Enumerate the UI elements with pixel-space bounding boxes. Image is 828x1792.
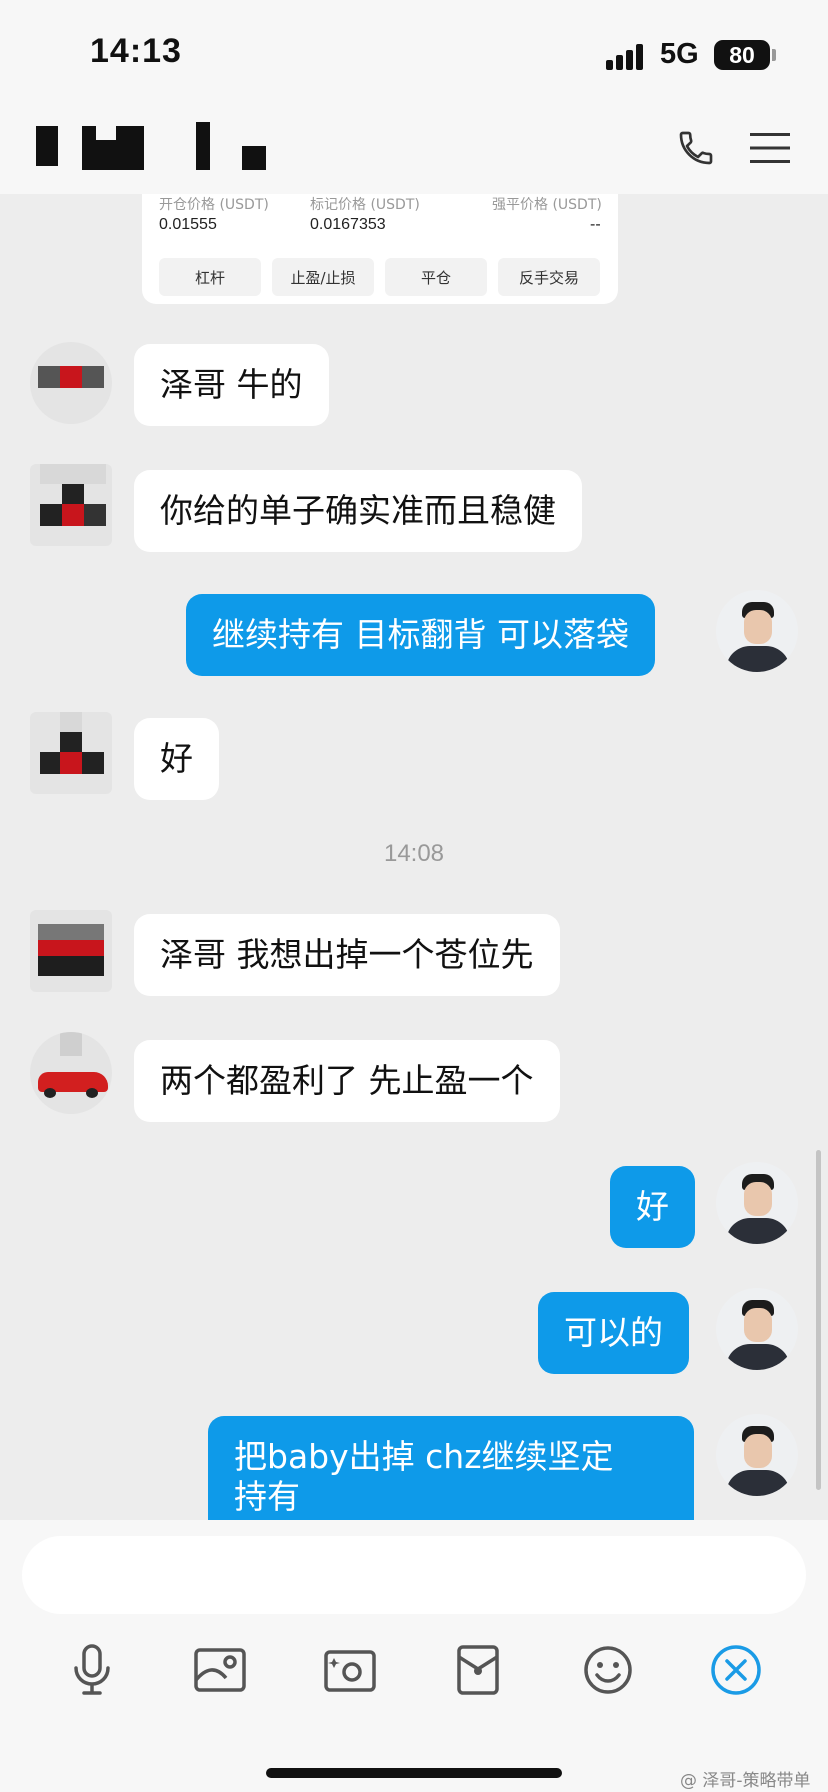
avatar[interactable]: [716, 1162, 798, 1244]
close-position-button[interactable]: 平仓: [385, 258, 487, 296]
avatar[interactable]: [30, 464, 112, 546]
camera-icon[interactable]: [320, 1640, 380, 1700]
stat-value: 0.0167353: [310, 216, 386, 233]
phone-icon[interactable]: [670, 122, 722, 174]
chat-title-redacted: [36, 122, 276, 174]
avatar[interactable]: [30, 1032, 112, 1114]
close-icon[interactable]: [706, 1640, 766, 1700]
watermark: @ 泽哥-策略带单: [680, 1771, 811, 1791]
message-bubble[interactable]: 你给的单子确实准而且稳健: [134, 470, 582, 552]
trade-card[interactable]: 开仓价格 (USDT) 0.01555 标记价格 (USDT) 0.016735…: [142, 194, 618, 304]
avatar[interactable]: [30, 712, 112, 794]
message-input[interactable]: [22, 1536, 806, 1614]
message-bubble[interactable]: 泽哥 我想出掉一个苍位先: [134, 914, 560, 996]
stat-value: 0.01555: [159, 216, 217, 233]
stat-value: --: [590, 216, 601, 233]
avatar[interactable]: [716, 1414, 798, 1496]
stat-label: 标记价格 (USDT): [310, 197, 420, 213]
message-bubble[interactable]: 好: [610, 1166, 695, 1248]
status-time: 14:13: [90, 32, 182, 70]
message-bubble[interactable]: 好: [134, 718, 219, 800]
battery-cap: [772, 49, 776, 61]
take-profit-stop-loss-button[interactable]: 止盈/止损: [272, 258, 374, 296]
avatar[interactable]: [716, 590, 798, 672]
avatar[interactable]: [30, 910, 112, 992]
battery-level: 80: [729, 42, 755, 68]
menu-icon[interactable]: [744, 122, 796, 174]
emoji-icon[interactable]: [578, 1640, 638, 1700]
message-bubble[interactable]: 可以的: [538, 1292, 689, 1374]
red-packet-icon[interactable]: [448, 1640, 508, 1700]
signal-icon: [606, 44, 646, 70]
leverage-button[interactable]: 杠杆: [159, 258, 261, 296]
message-bubble[interactable]: 继续持有 目标翻背 可以落袋: [186, 594, 655, 676]
stat-label: 强平价格 (USDT): [492, 197, 602, 213]
battery-icon: 80: [714, 40, 770, 70]
chat-header: [0, 100, 828, 194]
message-line: 把baby出掉 chz继续坚定: [234, 1437, 614, 1476]
status-bar: 14:13 5G 80: [0, 0, 828, 100]
image-icon[interactable]: [190, 1640, 250, 1700]
time-divider: 14:08: [383, 840, 445, 867]
stat-label: 开仓价格 (USDT): [159, 197, 269, 213]
message-bubble[interactable]: 把baby出掉 chz继续坚定 持有: [208, 1416, 694, 1520]
message-bubble[interactable]: 两个都盈利了 先止盈一个: [134, 1040, 560, 1122]
microphone-icon[interactable]: [62, 1640, 122, 1700]
home-indicator[interactable]: [266, 1768, 562, 1778]
message-line: 持有: [234, 1477, 300, 1516]
message-bubble[interactable]: 泽哥 牛的: [134, 344, 329, 426]
network-type: 5G: [660, 38, 699, 70]
avatar[interactable]: [30, 342, 112, 424]
chat-area[interactable]: 开仓价格 (USDT) 0.01555 标记价格 (USDT) 0.016735…: [0, 194, 828, 1520]
reverse-trade-button[interactable]: 反手交易: [498, 258, 600, 296]
avatar[interactable]: [716, 1288, 798, 1370]
scrollbar[interactable]: [816, 1150, 821, 1490]
input-bar: @ 泽哥-策略带单: [0, 1520, 828, 1792]
